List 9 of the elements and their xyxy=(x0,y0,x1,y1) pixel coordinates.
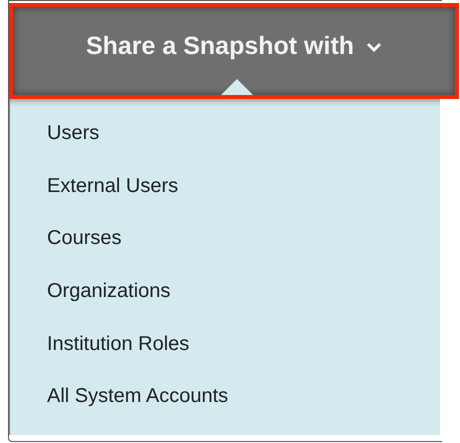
menu-item[interactable]: External Users xyxy=(47,172,178,224)
menu-item[interactable]: Courses xyxy=(47,224,122,278)
chevron-down-icon xyxy=(366,41,382,53)
menu-item[interactable]: Institution Roles xyxy=(47,330,190,382)
menu-item[interactable]: Users xyxy=(47,119,100,172)
menu-item[interactable]: All System Accounts xyxy=(47,382,228,436)
share-menu-button[interactable]: Share a Snapshot with xyxy=(13,7,455,95)
pointer-triangle-icon xyxy=(221,79,253,95)
menu-item[interactable]: Organizations xyxy=(47,277,170,330)
